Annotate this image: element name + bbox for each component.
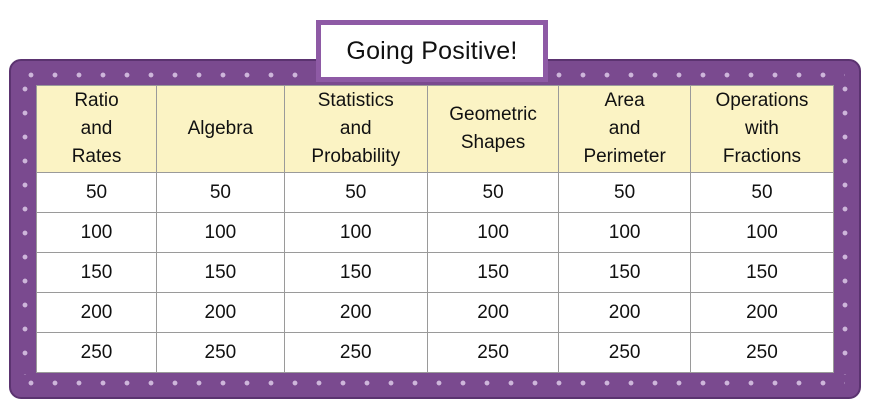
point-cell[interactable]: 50 — [35, 172, 158, 213]
point-cell[interactable]: 250 — [156, 332, 285, 373]
point-cell[interactable]: 100 — [283, 212, 428, 253]
point-cell[interactable]: 150 — [558, 252, 691, 293]
points-row-150: 150 150 150 150 150 150 — [35, 252, 835, 293]
point-cell[interactable]: 250 — [283, 332, 428, 373]
category-header-area-and-perimeter[interactable]: Area and Perimeter — [558, 85, 691, 173]
point-cell[interactable]: 250 — [426, 332, 560, 373]
point-cell[interactable]: 250 — [689, 332, 835, 373]
point-cell[interactable]: 150 — [426, 252, 560, 293]
point-cell[interactable]: 200 — [35, 292, 158, 333]
board-title: Going Positive! — [346, 36, 518, 65]
point-cell[interactable]: 100 — [426, 212, 560, 253]
point-cell[interactable]: 100 — [35, 212, 158, 253]
point-cell[interactable]: 150 — [35, 252, 158, 293]
point-cell[interactable]: 200 — [426, 292, 560, 333]
point-cell[interactable]: 50 — [156, 172, 285, 213]
category-header-operations-with-fractions[interactable]: Operations with Fractions — [689, 85, 835, 173]
frame-border-pattern-right — [839, 83, 851, 375]
point-cell[interactable]: 150 — [283, 252, 428, 293]
point-cell[interactable]: 200 — [689, 292, 835, 333]
point-cell[interactable]: 100 — [558, 212, 691, 253]
point-cell[interactable]: 50 — [558, 172, 691, 213]
point-cell[interactable]: 200 — [283, 292, 428, 333]
title-box: Going Positive! — [316, 20, 548, 82]
category-header-geometric-shapes[interactable]: Geometric Shapes — [426, 85, 560, 173]
frame-border-pattern-bottom — [25, 377, 845, 389]
points-row-250: 250 250 250 250 250 250 — [35, 332, 835, 373]
points-row-100: 100 100 100 100 100 100 — [35, 212, 835, 253]
game-board-table: Ratio and Rates Algebra Statistics and P… — [35, 85, 835, 373]
point-cell[interactable]: 50 — [426, 172, 560, 213]
category-header-algebra[interactable]: Algebra — [156, 85, 285, 173]
category-header-statistics-and-probability[interactable]: Statistics and Probability — [283, 85, 428, 173]
point-cell[interactable]: 200 — [156, 292, 285, 333]
point-cell[interactable]: 250 — [558, 332, 691, 373]
point-cell[interactable]: 100 — [689, 212, 835, 253]
point-cell[interactable]: 100 — [156, 212, 285, 253]
point-cell[interactable]: 50 — [689, 172, 835, 213]
category-header-row: Ratio and Rates Algebra Statistics and P… — [35, 85, 835, 173]
points-row-200: 200 200 200 200 200 200 — [35, 292, 835, 333]
point-cell[interactable]: 200 — [558, 292, 691, 333]
frame-border-pattern-left — [19, 83, 31, 375]
category-header-ratio-and-rates[interactable]: Ratio and Rates — [35, 85, 158, 173]
point-cell[interactable]: 50 — [283, 172, 428, 213]
point-cell[interactable]: 150 — [689, 252, 835, 293]
point-cell[interactable]: 150 — [156, 252, 285, 293]
points-row-50: 50 50 50 50 50 50 — [35, 172, 835, 213]
point-cell[interactable]: 250 — [35, 332, 158, 373]
